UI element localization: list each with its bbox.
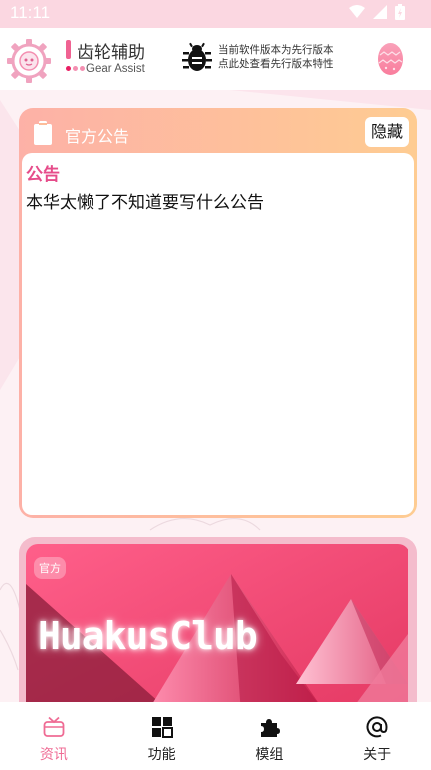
notice-heading: 公告 — [26, 165, 60, 185]
nav-label-news: 资讯 — [39, 747, 68, 763]
nav-label-features: 功能 — [147, 747, 176, 763]
battery-icon — [395, 4, 405, 20]
nav-item-features[interactable]: 功能 — [108, 702, 216, 770]
at-icon — [366, 716, 388, 738]
bottom-nav: 资讯 功能 模组 关于 — [0, 702, 431, 770]
nav-label-about: 关于 — [363, 747, 392, 763]
title-dots — [66, 66, 85, 71]
official-badge: 官方 — [34, 557, 66, 579]
status-icons — [349, 4, 405, 20]
egg-icon[interactable] — [377, 40, 404, 76]
gear-logo-icon — [7, 39, 51, 83]
version-note-link[interactable]: 当前软件版本为先行版本 点此处查看先行版本特性 — [218, 43, 334, 71]
notice-card: 官方公告 隐藏 公告 本华太懒了不知道要写什么公告 — [19, 108, 417, 518]
app-subtitle: Gear Assist — [86, 63, 145, 75]
nav-item-about[interactable]: 关于 — [323, 702, 431, 770]
grid-icon — [151, 717, 173, 738]
app-title: 齿轮辅助 — [77, 43, 145, 63]
nav-item-news[interactable]: 资讯 — [0, 702, 108, 770]
banner-title: HuakusClub — [38, 614, 258, 658]
clipboard-icon — [34, 121, 52, 145]
notice-card-body: 公告 本华太懒了不知道要写什么公告 — [22, 153, 414, 515]
signal-icon — [373, 5, 387, 19]
version-note-line2: 点此处查看先行版本特性 — [218, 58, 334, 70]
wifi-icon — [349, 5, 365, 18]
notice-text: 本华太懒了不知道要写什么公告 — [26, 193, 264, 213]
version-note-line1: 当前软件版本为先行版本 — [218, 44, 334, 56]
status-bar: 11:11 — [0, 0, 431, 28]
puzzle-icon — [261, 719, 281, 737]
app-header: 齿轮辅助 Gear Assist 当前软件版本为先行版本 点此处查看先行版本特性 — [0, 28, 431, 90]
title-accent-bar — [66, 40, 71, 59]
bug-icon[interactable] — [182, 42, 212, 74]
status-time: 11:11 — [10, 3, 51, 22]
tv-icon — [43, 716, 65, 737]
notice-card-title: 官方公告 — [65, 127, 130, 146]
nav-item-mods[interactable]: 模组 — [216, 702, 324, 770]
notice-card-header: 官方公告 隐藏 — [21, 110, 415, 154]
hide-button[interactable]: 隐藏 — [365, 117, 409, 147]
nav-label-mods: 模组 — [255, 747, 284, 763]
